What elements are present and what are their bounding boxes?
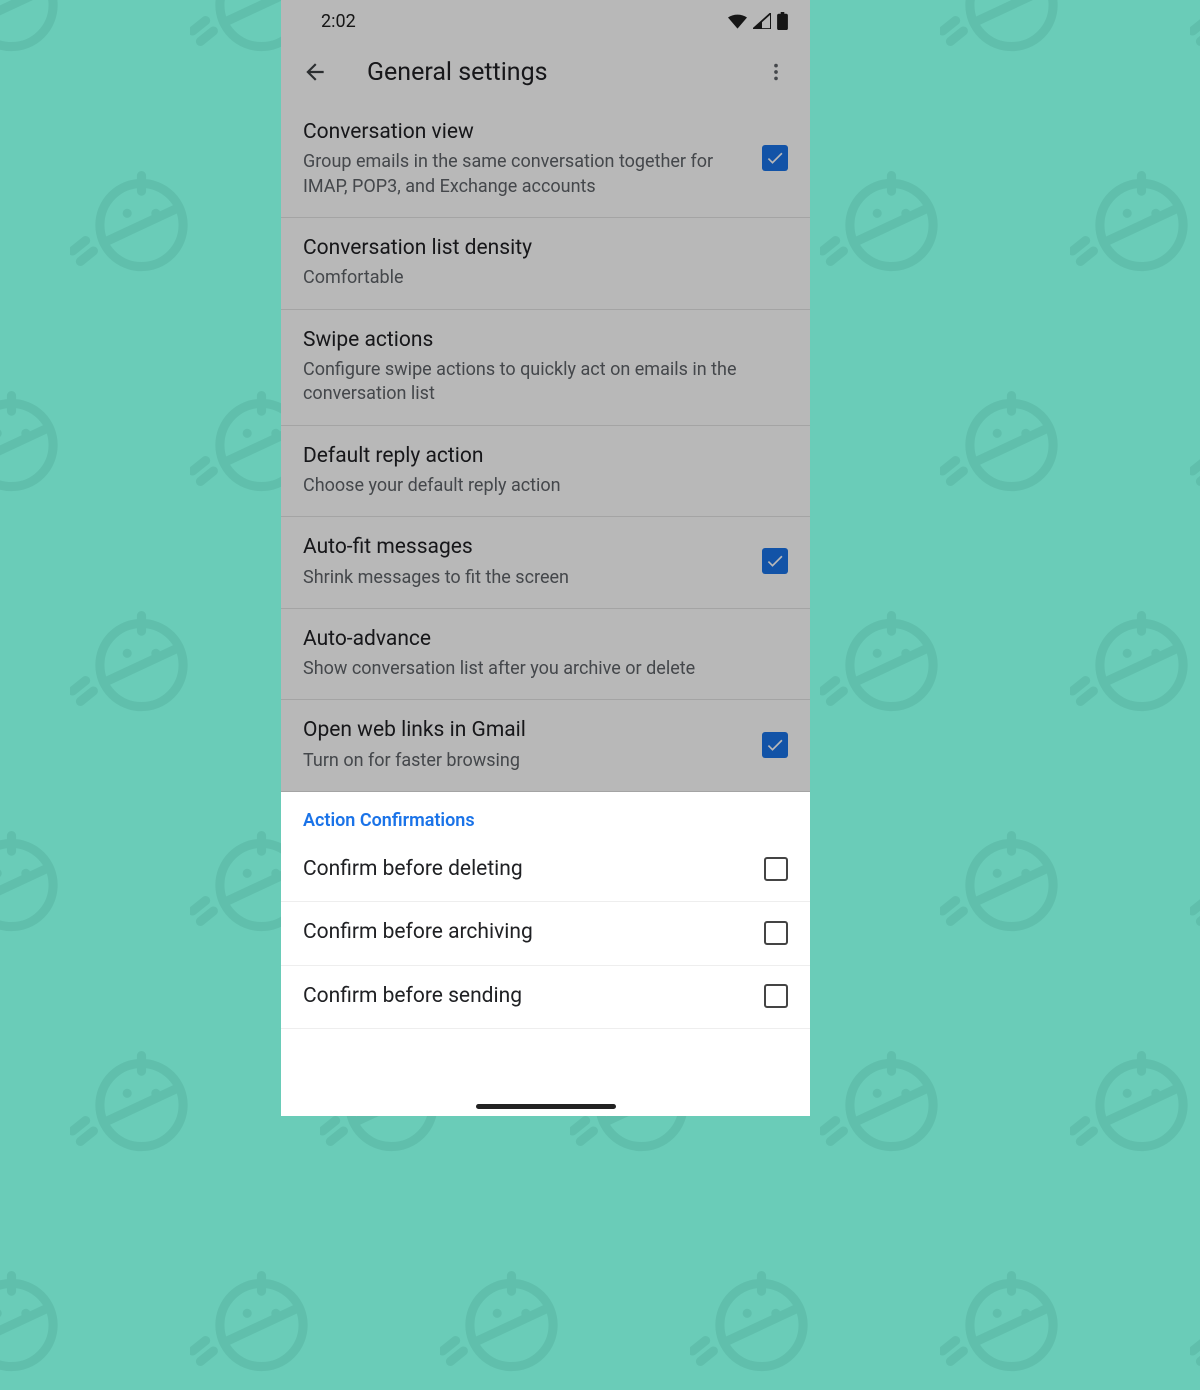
checkbox-unchecked-icon[interactable] (764, 857, 788, 881)
page-title: General settings (367, 58, 754, 87)
setting-subtitle: Choose your default reply action (303, 474, 788, 498)
action-confirmations-section: Action Confirmations Confirm before dele… (281, 792, 810, 1029)
setting-subtitle: Configure swipe actions to quickly act o… (303, 358, 788, 407)
settings-list: Conversation view Group emails in the sa… (281, 102, 810, 792)
setting-title: Swipe actions (303, 326, 788, 354)
setting-subtitle: Turn on for faster browsing (303, 749, 746, 773)
setting-title: Default reply action (303, 442, 788, 470)
battery-icon (777, 12, 788, 30)
setting-title: Open web links in Gmail (303, 716, 746, 744)
setting-confirm-before-sending[interactable]: Confirm before sending (281, 966, 810, 1029)
setting-title: Auto-advance (303, 625, 788, 653)
setting-title: Confirm before archiving (303, 918, 748, 946)
checkbox-unchecked-icon[interactable] (764, 984, 788, 1008)
setting-confirm-before-deleting[interactable]: Confirm before deleting (281, 839, 810, 902)
setting-open-web-links-in-gmail[interactable]: Open web links in Gmail Turn on for fast… (281, 700, 810, 792)
setting-subtitle: Comfortable (303, 266, 788, 290)
status-time: 2:02 (321, 11, 356, 32)
signal-icon (753, 13, 771, 29)
section-header: Action Confirmations (281, 792, 810, 839)
arrow-back-icon (302, 59, 328, 85)
setting-title: Auto-fit messages (303, 533, 746, 561)
setting-swipe-actions[interactable]: Swipe actions Configure swipe actions to… (281, 310, 810, 426)
checkbox-checked-icon[interactable] (762, 548, 788, 574)
setting-title: Confirm before deleting (303, 855, 748, 883)
setting-confirm-before-archiving[interactable]: Confirm before archiving (281, 902, 810, 965)
setting-title: Conversation list density (303, 234, 788, 262)
navigation-bar (281, 1096, 810, 1116)
checkbox-checked-icon[interactable] (762, 145, 788, 171)
status-bar: 2:02 (281, 0, 810, 42)
setting-default-reply-action[interactable]: Default reply action Choose your default… (281, 426, 810, 518)
setting-conversation-list-density[interactable]: Conversation list density Comfortable (281, 218, 810, 310)
checkbox-unchecked-icon[interactable] (764, 921, 788, 945)
overflow-menu-button[interactable] (754, 50, 798, 94)
setting-conversation-view[interactable]: Conversation view Group emails in the sa… (281, 102, 810, 218)
setting-subtitle: Shrink messages to fit the screen (303, 566, 746, 590)
setting-auto-advance[interactable]: Auto-advance Show conversation list afte… (281, 609, 810, 701)
phone-frame: 2:02 General settings Conversation view … (281, 0, 810, 1116)
app-bar: General settings (281, 42, 810, 102)
status-icons (728, 12, 788, 30)
setting-auto-fit-messages[interactable]: Auto-fit messages Shrink messages to fit… (281, 517, 810, 609)
setting-title: Confirm before sending (303, 982, 748, 1010)
gesture-handle[interactable] (476, 1104, 616, 1109)
more-vert-icon (765, 61, 787, 83)
setting-title: Conversation view (303, 118, 746, 146)
setting-subtitle: Show conversation list after you archive… (303, 657, 788, 681)
wifi-icon (728, 14, 747, 29)
back-button[interactable] (293, 50, 337, 94)
checkbox-checked-icon[interactable] (762, 732, 788, 758)
setting-subtitle: Group emails in the same conversation to… (303, 150, 746, 199)
